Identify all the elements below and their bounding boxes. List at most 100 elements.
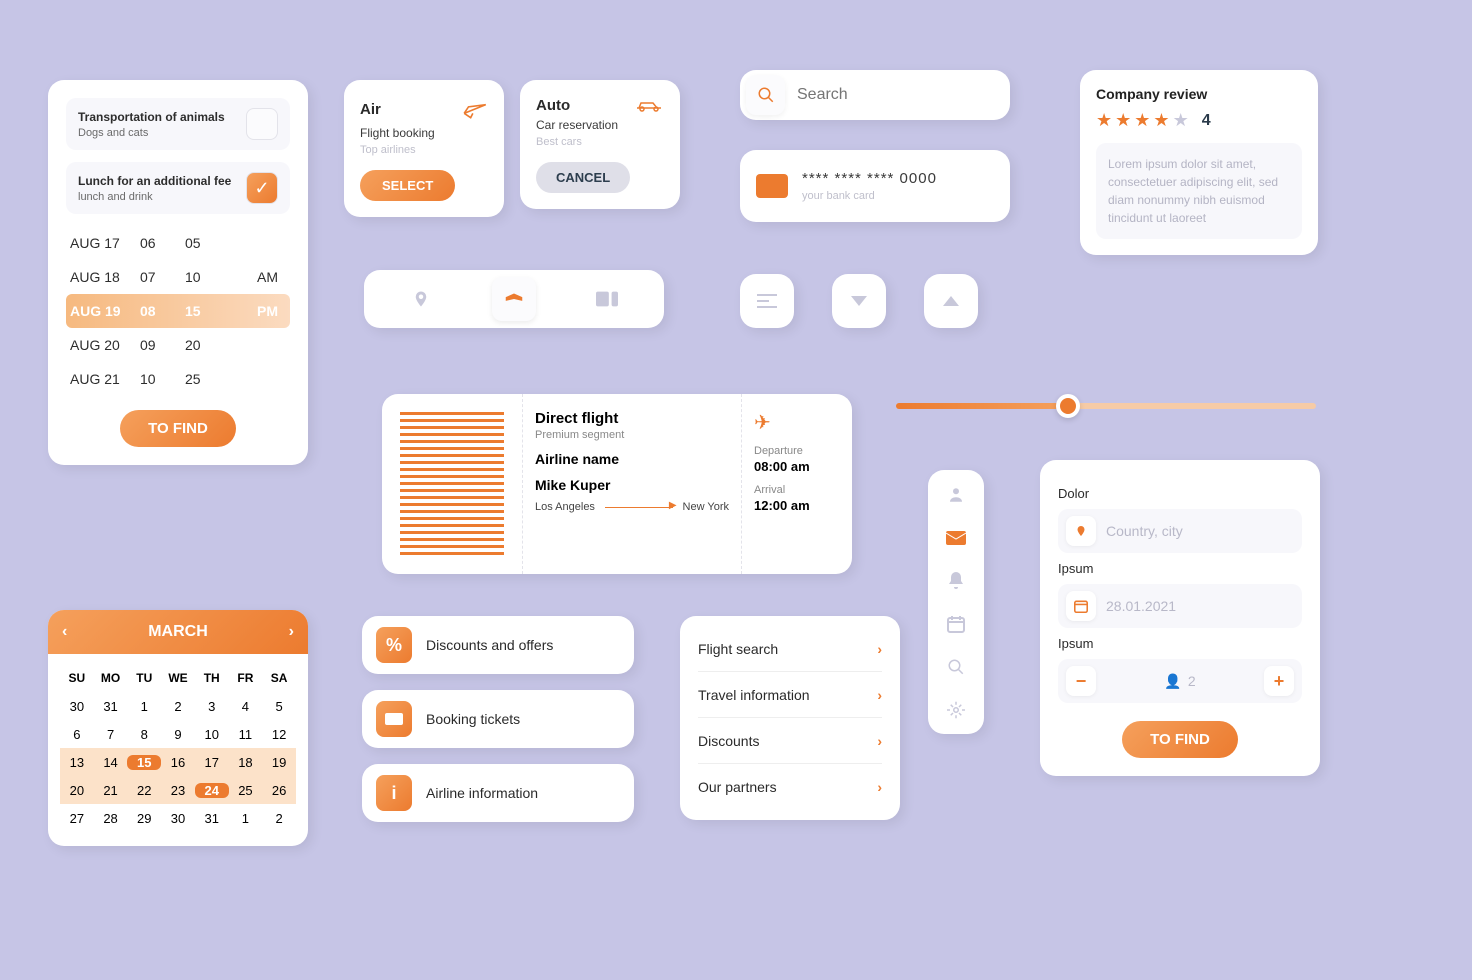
- action-booking[interactable]: Booking tickets: [362, 690, 634, 748]
- options-panel: Transportation of animals Dogs and cats …: [48, 80, 308, 465]
- chevron-right-icon: ›: [877, 687, 882, 703]
- calendar-selected-day[interactable]: 15: [127, 755, 161, 770]
- review-title: Company review: [1096, 86, 1302, 102]
- info-icon: i: [376, 775, 412, 811]
- review-body: Lorem ipsum dolor sit amet, consectetuer…: [1096, 143, 1302, 239]
- car-icon: [634, 96, 664, 114]
- option-animals[interactable]: Transportation of animals Dogs and cats: [66, 98, 290, 150]
- tab-flight[interactable]: [492, 277, 536, 321]
- search-form: Dolor Country, city Ipsum 28.01.2021 Ips…: [1040, 460, 1320, 776]
- star-rating: ★ ★ ★ ★ ★ 4: [1096, 110, 1302, 131]
- link-partners[interactable]: Our partners›: [698, 764, 882, 810]
- air-subtitle: Flight booking: [360, 126, 488, 140]
- form-label: Dolor: [1058, 486, 1302, 501]
- search-icon[interactable]: [746, 75, 785, 115]
- from-city: Los Angeles: [535, 501, 595, 513]
- air-title: Air: [360, 101, 381, 118]
- ticket-icon: [376, 701, 412, 737]
- calendar-next[interactable]: ›: [289, 623, 294, 641]
- calendar-icon[interactable]: [947, 613, 965, 634]
- option-subtitle: lunch and drink: [78, 191, 246, 203]
- auto-note: Best cars: [536, 136, 664, 148]
- menu-button[interactable]: [740, 274, 794, 328]
- link-travel-info[interactable]: Travel information›: [698, 672, 882, 718]
- review-card: Company review ★ ★ ★ ★ ★ 4 Lorem ipsum d…: [1080, 70, 1318, 255]
- flight-type: Direct flight: [535, 410, 729, 427]
- star-icon: ★: [1134, 110, 1150, 131]
- option-subtitle: Dogs and cats: [78, 127, 246, 139]
- arrival-label: Arrival: [754, 484, 840, 496]
- calendar-selected-day[interactable]: 24: [195, 783, 229, 798]
- chevron-right-icon: ›: [877, 733, 882, 749]
- dropdown-button[interactable]: [832, 274, 886, 328]
- slider-thumb[interactable]: [1056, 394, 1080, 418]
- tabs-card: [364, 270, 664, 328]
- air-card: Air Flight booking Top airlines SELECT: [344, 80, 504, 217]
- to-city: New York: [683, 501, 729, 513]
- rating-number: 4: [1202, 112, 1211, 130]
- to-find-button[interactable]: TO FIND: [120, 410, 236, 447]
- search-card: [740, 70, 1010, 120]
- action-discounts[interactable]: % Discounts and offers: [362, 616, 634, 674]
- dropup-button[interactable]: [924, 274, 978, 328]
- bank-card[interactable]: **** **** **** 0000 your bank card: [740, 150, 1010, 222]
- tab-location[interactable]: [399, 277, 443, 321]
- calendar-prev[interactable]: ‹: [62, 623, 67, 641]
- person-icon: 👤: [1164, 673, 1181, 690]
- option-title: Lunch for an additional fee: [78, 174, 246, 188]
- link-discounts[interactable]: Discounts›: [698, 718, 882, 764]
- user-icon[interactable]: [947, 484, 965, 505]
- search-input[interactable]: [797, 86, 1004, 104]
- card-label: your bank card: [802, 190, 994, 202]
- auto-subtitle: Car reservation: [536, 118, 664, 132]
- barcode: [382, 394, 522, 574]
- time-picker[interactable]: AUG 170605 AUG 180710AM AUG 190815PM AUG…: [66, 226, 290, 396]
- bell-icon[interactable]: [948, 570, 964, 591]
- form-label: Ipsum: [1058, 636, 1302, 651]
- auto-card: Auto Car reservation Best cars CANCEL: [520, 80, 680, 209]
- card-number: **** **** **** 0000: [802, 170, 994, 187]
- gear-icon[interactable]: [947, 699, 965, 720]
- ticket-card: Direct flight Premium segment Airline na…: [382, 394, 852, 574]
- form-label: Ipsum: [1058, 561, 1302, 576]
- star-icon: ★: [1096, 110, 1112, 131]
- route-arrow-icon: [605, 507, 673, 508]
- mail-icon[interactable]: [946, 527, 966, 548]
- option-lunch[interactable]: Lunch for an additional fee lunch and dr…: [66, 162, 290, 214]
- star-icon: ★: [1153, 110, 1169, 131]
- passenger-name: Mike Kuper: [535, 477, 729, 493]
- tab-layout[interactable]: [585, 277, 629, 321]
- decrement-button[interactable]: −: [1066, 666, 1096, 696]
- calendar: ‹ MARCH › SUMOTUWETHFRSA 303112345 67891…: [48, 610, 308, 846]
- calendar-month: MARCH: [148, 623, 208, 641]
- card-icon: [756, 174, 788, 198]
- calendar-icon: [1066, 591, 1096, 621]
- increment-button[interactable]: +: [1264, 666, 1294, 696]
- star-icon: ★: [1173, 110, 1189, 131]
- air-note: Top airlines: [360, 144, 488, 156]
- action-info[interactable]: i Airline information: [362, 764, 634, 822]
- passenger-counter: − 👤2 +: [1058, 659, 1302, 703]
- links-panel: Flight search› Travel information› Disco…: [680, 616, 900, 820]
- chevron-right-icon: ›: [877, 641, 882, 657]
- arrival-time: 12:00 am: [754, 498, 840, 513]
- auto-title: Auto: [536, 97, 570, 114]
- vertical-nav: [928, 470, 984, 734]
- select-button[interactable]: SELECT: [360, 170, 455, 201]
- plane-icon: ✈: [754, 410, 840, 435]
- airline-name: Airline name: [535, 451, 729, 467]
- chevron-right-icon: ›: [877, 779, 882, 795]
- checkbox-checked[interactable]: ✓: [246, 172, 278, 204]
- departure-time: 08:00 am: [754, 459, 840, 474]
- star-icon: ★: [1115, 110, 1131, 131]
- segment: Premium segment: [535, 429, 729, 441]
- date-field[interactable]: 28.01.2021: [1058, 584, 1302, 628]
- percent-icon: %: [376, 627, 412, 663]
- range-slider[interactable]: [896, 396, 1316, 416]
- checkbox-unchecked[interactable]: [246, 108, 278, 140]
- search-icon[interactable]: [947, 656, 965, 677]
- link-flight-search[interactable]: Flight search›: [698, 626, 882, 672]
- cancel-button[interactable]: CANCEL: [536, 162, 630, 193]
- location-field[interactable]: Country, city: [1058, 509, 1302, 553]
- form-submit-button[interactable]: TO FIND: [1122, 721, 1238, 758]
